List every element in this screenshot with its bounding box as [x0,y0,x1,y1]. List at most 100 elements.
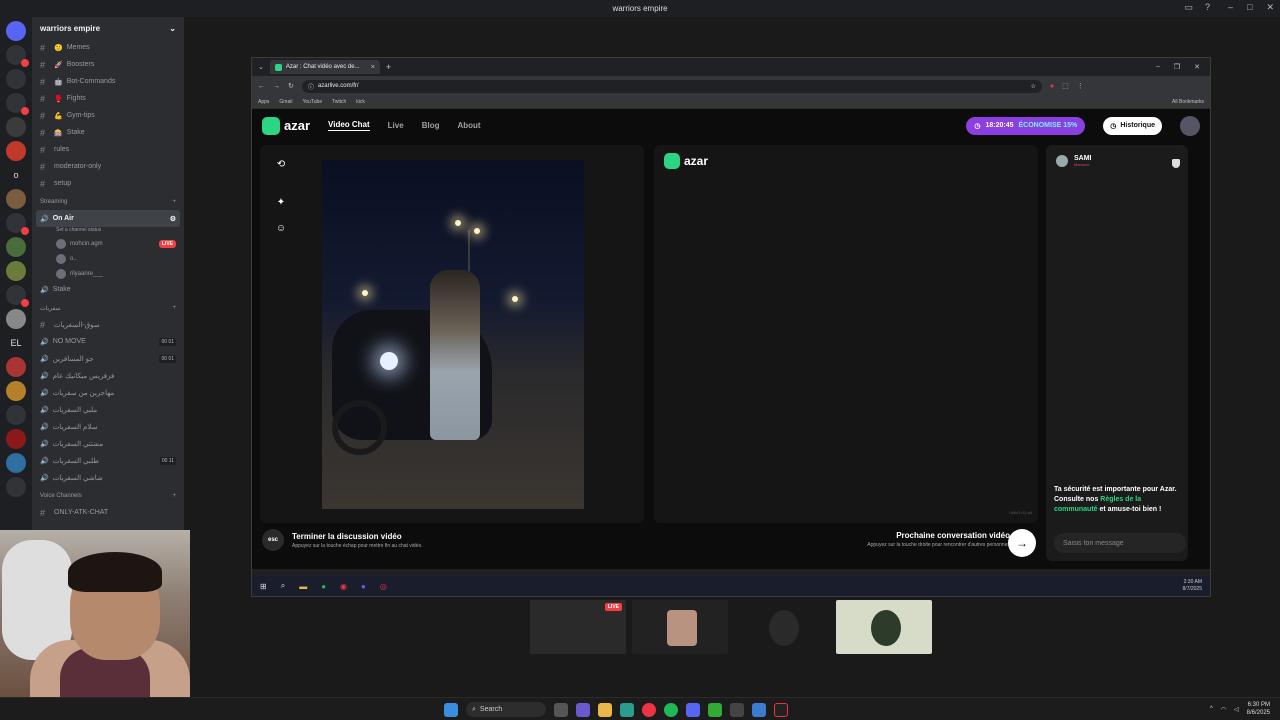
discord-home-icon[interactable] [6,21,26,41]
app-icon[interactable]: ◎ [380,582,387,591]
app-icon[interactable] [752,702,766,717]
bookmark-apps[interactable]: Apps [258,99,269,105]
voice-channel[interactable]: 🔊 شاشي السفريات [32,469,184,486]
file-explorer-icon[interactable] [598,702,612,717]
text-channel[interactable]: # setup [32,175,184,192]
restore-icon[interactable]: ❐ [1174,63,1180,71]
text-channel[interactable]: # rules [32,141,184,158]
voice-channel[interactable]: 🔊 طلبي السفريات 00 11 [32,452,184,469]
spotify-icon[interactable] [664,702,678,717]
category-voice[interactable]: Voice Channels + [32,488,184,504]
voice-channel[interactable]: 🔊 فرفريس ميكانيك عام [32,367,184,384]
voice-channel[interactable]: 🔊 مهاجرين من سفريات [32,384,184,401]
server-icon[interactable] [6,117,26,137]
voice-channel[interactable]: 🔊 ملبي السفريات [32,401,184,418]
profile-avatar[interactable] [1180,115,1200,136]
server-header[interactable]: warriors empire ⌄ [32,17,184,39]
taskbar-search[interactable]: ⌕ Search [466,702,546,717]
esc-button[interactable]: esc [262,529,284,551]
discord-icon[interactable] [686,702,700,717]
bookmark-gmail[interactable]: Gmail [279,99,292,105]
promo-button[interactable]: ◷ 18:20:45 ÉCONOMISE 15% [966,116,1086,135]
wifi-icon[interactable]: ◠ [1221,706,1226,713]
stream-thumbnail[interactable] [632,600,728,654]
voice-channel[interactable]: 🔊 سلام السفريات [32,418,184,435]
nav-video-chat[interactable]: Video Chat [328,120,370,131]
voice-channel[interactable]: 🔊 NO MOVE 00 01 [32,333,184,350]
close-tab-icon[interactable]: × [371,64,375,71]
bookmark-youtube[interactable]: YouTube [302,99,322,105]
server-icon[interactable] [6,285,29,307]
server-icon[interactable] [6,429,26,449]
discord-icon[interactable]: ● [361,582,366,591]
voice-channel[interactable]: 🔊 جو المسافرين 00 01 [32,350,184,367]
channel-settings-icon[interactable]: ⚙ [170,215,176,223]
text-channel[interactable]: # ONLY-ATK-CHAT [32,504,184,521]
taskbar-clock[interactable]: 6:30 PM 8/6/2025 [1247,701,1270,717]
bookmark-twitch[interactable]: Twitch [332,99,346,105]
search-icon[interactable]: ⌕ [281,581,285,591]
back-icon[interactable]: ← [258,83,265,90]
play-icon[interactable] [708,702,722,717]
flip-camera-icon[interactable]: ⟲ [275,159,287,171]
task-view-icon[interactable] [554,702,568,717]
chrome-icon[interactable] [642,702,656,717]
start-icon[interactable]: ⊞ [260,582,267,591]
server-icon[interactable]: o [6,165,26,185]
text-channel[interactable]: # 🥊 Fights [32,90,184,107]
spotify-icon[interactable]: ● [321,582,326,591]
server-icon[interactable] [6,357,26,377]
chevron-up-icon[interactable]: ^ [1210,706,1213,712]
text-channel[interactable]: # سوق-السفريات [32,316,184,333]
stream-thumbnail-selected[interactable] [836,600,932,654]
windows-start-icon[interactable] [444,702,458,717]
message-input[interactable] [1054,533,1186,553]
extension-icon[interactable]: ● [1050,83,1054,90]
menu-icon[interactable]: ⋮ [1077,82,1084,90]
server-icon[interactable] [6,477,26,497]
chevron-down-icon[interactable]: ⌄ [169,24,176,33]
copilot-icon[interactable] [576,702,590,717]
server-icon[interactable] [6,69,26,89]
stream-thumbnail[interactable] [734,600,830,654]
bookmark-kick[interactable]: kick [356,99,365,105]
server-icon[interactable]: EL [6,333,26,353]
text-channel[interactable]: # 🚀 Boosters [32,56,184,73]
voice-channel-on-air[interactable]: 🔊 On Air ⚙ [36,210,180,227]
address-bar[interactable]: ⓘ azarlive.com/fr/ ☆ [301,79,1042,93]
category-streaming[interactable]: Streaming + [32,194,184,210]
voice-user[interactable]: mohcin.agm LIVE [32,236,184,251]
tab-search-icon[interactable]: ⌄ [258,63,264,71]
help-icon[interactable]: ? [1205,2,1210,13]
close-icon[interactable]: ✕ [1194,63,1200,71]
text-channel[interactable]: # 🎰 Stake [32,124,184,141]
add-channel-icon[interactable]: + [172,305,176,311]
inbox-icon[interactable]: ▭ [1184,2,1193,13]
volume-icon[interactable]: ◁ [1234,706,1239,713]
edge-icon[interactable] [620,702,634,717]
all-bookmarks[interactable]: All Bookmarks [1172,99,1204,105]
capcut-icon[interactable] [774,702,788,717]
text-channel[interactable]: # 💪 Gym-tips [32,107,184,124]
server-icon[interactable] [6,213,29,235]
nav-about[interactable]: About [457,121,480,130]
category-arabic[interactable]: سفريات + [32,300,184,316]
nav-blog[interactable]: Blog [422,121,440,130]
voice-user[interactable]: rilyaanre___ [32,266,184,281]
server-icon[interactable] [6,141,26,161]
maximize-icon[interactable]: □ [1247,2,1252,13]
forward-icon[interactable]: → [273,83,280,90]
server-icon[interactable] [6,237,26,257]
close-icon[interactable]: ✕ [1266,2,1274,13]
folder-icon[interactable]: ▬ [299,582,307,591]
server-icon[interactable] [6,405,26,425]
minimize-icon[interactable]: – [1228,2,1233,13]
server-icon[interactable] [6,381,26,401]
text-channel[interactable]: # moderator-only [32,158,184,175]
stream-thumbnail[interactable]: LIVE [530,600,626,654]
text-channel[interactable]: # 🤖 Bot-Commands [32,73,184,90]
azar-logo[interactable]: azar [262,116,310,135]
voice-channel-stake[interactable]: 🔊 Stake [32,281,184,298]
new-tab-icon[interactable]: + [386,62,391,72]
server-icon[interactable] [6,189,26,209]
